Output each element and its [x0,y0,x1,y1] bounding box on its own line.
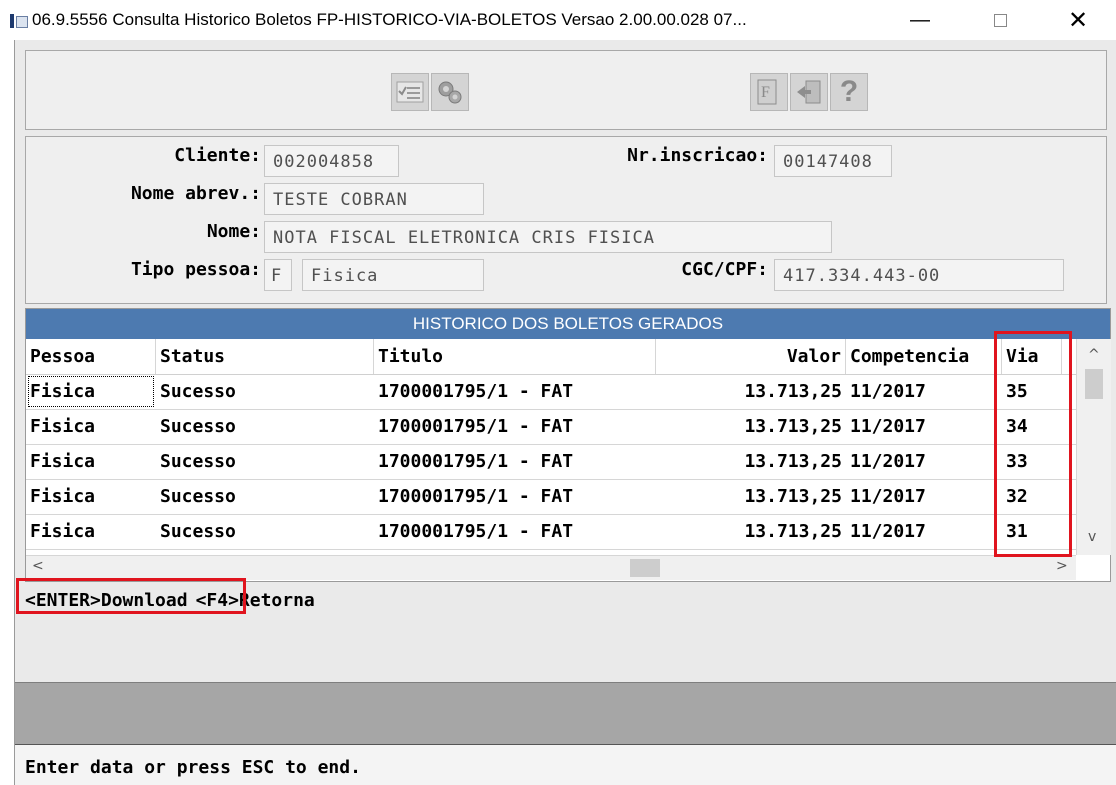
cell-status: Sucesso [160,486,236,507]
scroll-right-icon[interactable]: > [1056,558,1068,574]
boletos-grid[interactable]: HISTORICO DOS BOLETOS GERADOS Pessoa Sta… [25,308,1111,582]
grid-header: Pessoa Status Titulo Valor Competencia V… [26,339,1076,375]
vertical-scroll-thumb[interactable] [1085,369,1103,399]
scroll-down-icon[interactable]: v [1088,529,1096,545]
help-icon: ? [839,75,859,108]
cell-pessoa: Fisica [26,374,156,409]
cell-valor: 13.713,25 [744,451,842,472]
minimize-button[interactable]: — [900,6,940,34]
cell-pessoa: Fisica [30,451,96,472]
window-titlebar: 06.9.5556 Consulta Historico Boletos FP-… [0,0,1116,40]
col-header-valor[interactable]: Valor [656,339,846,374]
cell-valor: 13.713,25 [744,486,842,507]
cell-pessoa: Fisica [30,486,96,507]
download-hotkey[interactable]: <ENTER>Download [25,590,188,611]
cell-titulo: 1700001795/1 - FAT [378,486,574,507]
help-button[interactable]: ? [830,73,868,111]
table-row[interactable]: Fisica Sucesso 1700001795/1 - FAT 13.713… [26,444,1076,480]
horizontal-scroll-thumb[interactable] [630,559,660,577]
table-row[interactable]: Fisica Sucesso 1700001795/1 - FAT 13.713… [26,514,1076,550]
cell-pessoa: Fisica [30,416,96,437]
cell-pessoa: Fisica [30,521,96,542]
main-frame: F ? Cliente: 002004858 Nr.inscricao: 001… [14,40,1116,785]
checklist-button[interactable] [391,73,429,111]
cliente-label: Cliente: [174,145,261,166]
cell-competencia: 11/2017 [850,451,926,472]
cell-titulo: 1700001795/1 - FAT [378,451,574,472]
message-area [15,682,1116,745]
close-button[interactable]: ✕ [1058,6,1098,34]
config-gears-icon [438,81,462,104]
tipopessoa-label: Tipo pessoa: [130,259,261,280]
col-header-via[interactable]: Via [1002,339,1062,374]
col-header-pessoa[interactable]: Pessoa [26,339,156,374]
toolbar: F ? [25,50,1107,130]
maximize-button[interactable] [980,6,1020,34]
exit-button[interactable] [790,73,828,111]
cell-titulo: 1700001795/1 - FAT [378,381,574,402]
cell-status: Sucesso [160,451,236,472]
table-row[interactable]: Fisica Sucesso 1700001795/1 - FAT 13.713… [26,374,1076,410]
nrinscricao-label: Nr.inscricao: [627,145,768,166]
col-header-competencia[interactable]: Competencia [846,339,1002,374]
col-header-titulo[interactable]: Titulo [374,339,656,374]
vertical-scrollbar[interactable]: ^ v [1076,339,1111,555]
tipopessoa-code-field[interactable]: F [264,259,292,291]
cell-status: Sucesso [160,416,236,437]
tipopessoa-desc-field: Fisica [302,259,484,291]
app-icon [10,14,28,28]
config-button[interactable] [431,73,469,111]
cell-valor: 13.713,25 [744,416,842,437]
col-header-extra [1062,339,1076,374]
cell-via: 34 [1006,416,1028,437]
checklist-icon [396,81,424,103]
cell-via: 35 [1006,381,1028,402]
nrinscricao-field[interactable]: 00147408 [774,145,892,177]
hotkey-bar: <ENTER>Download <F4>Retorna [25,585,315,615]
maximize-icon [993,13,1007,27]
cell-valor: 13.713,25 [744,381,842,402]
cell-status: Sucesso [160,521,236,542]
status-bar: Enter data or press ESC to end. [15,744,1116,785]
scroll-up-icon[interactable]: ^ [1088,347,1100,363]
scroll-left-icon[interactable]: < [32,558,44,574]
horizontal-scrollbar[interactable]: < > [26,555,1076,580]
cell-competencia: 11/2017 [850,521,926,542]
nomeabrev-field[interactable]: TESTE COBRAN [264,183,484,215]
cell-via: 32 [1006,486,1028,507]
file-icon: F [757,79,777,105]
cliente-field[interactable]: 002004858 [264,145,399,177]
cell-via: 31 [1006,521,1028,542]
cell-competencia: 11/2017 [850,486,926,507]
cgccpf-field[interactable]: 417.334.443-00 [774,259,1064,291]
table-row[interactable]: Fisica Sucesso 1700001795/1 - FAT 13.713… [26,409,1076,445]
cell-titulo: 1700001795/1 - FAT [378,416,574,437]
cell-titulo: 1700001795/1 - FAT [378,521,574,542]
cell-competencia: 11/2017 [850,416,926,437]
nomeabrev-label: Nome abrev.: [130,183,261,204]
nome-field[interactable]: NOTA FISCAL ELETRONICA CRIS FISICA [264,221,832,253]
file-glyph: F [761,84,770,101]
nome-label: Nome: [206,221,261,242]
window-title: 06.9.5556 Consulta Historico Boletos FP-… [32,10,747,29]
retorna-hotkey[interactable]: <F4>Retorna [196,590,315,611]
cell-competencia: 11/2017 [850,381,926,402]
cell-valor: 13.713,25 [744,521,842,542]
table-row[interactable]: Fisica Sucesso 1700001795/1 - FAT 13.713… [26,479,1076,515]
cgccpf-label: CGC/CPF: [681,259,768,280]
exit-door-icon [797,80,821,104]
cell-status: Sucesso [160,381,236,402]
file-button[interactable]: F [750,73,788,111]
col-header-status[interactable]: Status [156,339,374,374]
grid-caption: HISTORICO DOS BOLETOS GERADOS [26,309,1110,339]
cell-via: 33 [1006,451,1028,472]
client-form: Cliente: 002004858 Nr.inscricao: 0014740… [25,136,1107,304]
